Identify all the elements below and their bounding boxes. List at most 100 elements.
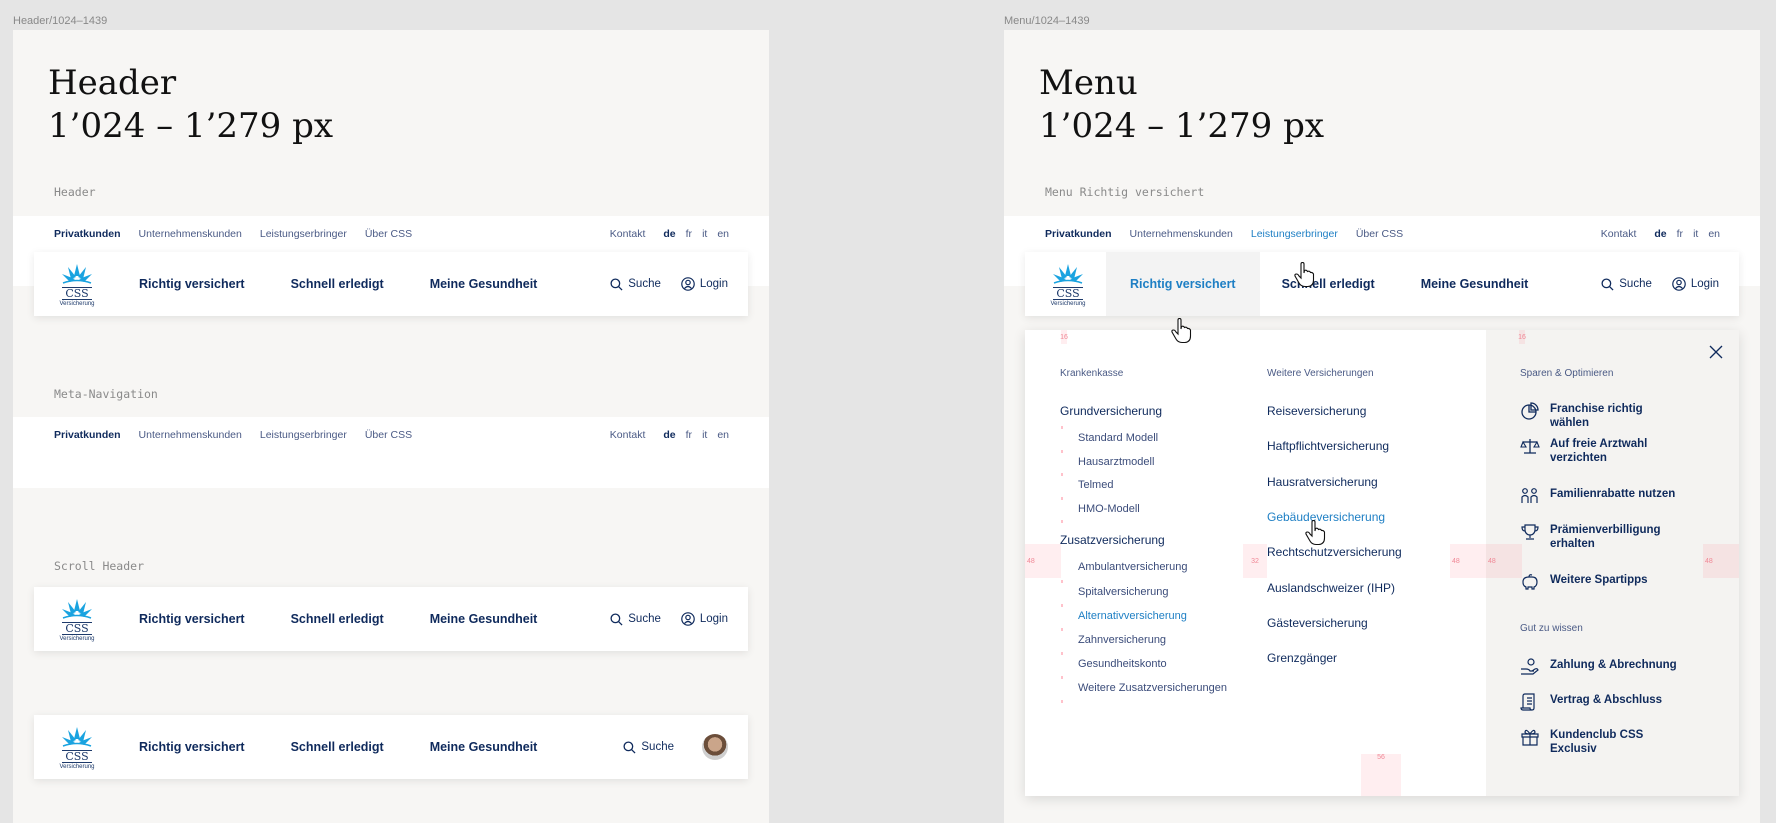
- tip-label: Auf freie Arztwahl verzichten: [1550, 438, 1648, 464]
- spacing-value: 16: [1518, 333, 1526, 341]
- lang-de[interactable]: de: [663, 429, 675, 441]
- tip-vertrag[interactable]: Vertrag & Abschluss: [1520, 693, 1680, 711]
- meta-item-unternehmenskunden[interactable]: Unternehmenskunden: [139, 429, 242, 441]
- flower-icon: [62, 598, 92, 619]
- menu-item[interactable]: Gästeversicherung: [1267, 616, 1368, 630]
- lang-fr[interactable]: fr: [686, 429, 692, 441]
- nav-meine-gesundheit[interactable]: Meine Gesundheit: [1421, 252, 1529, 316]
- tip-zahlung[interactable]: Zahlung & Abrechnung: [1520, 658, 1680, 676]
- meta-kontakt-link[interactable]: Kontakt: [610, 228, 646, 240]
- lang-de[interactable]: de: [1654, 228, 1666, 240]
- tip-familienrabatte[interactable]: Familienrabatte nutzen: [1520, 487, 1680, 505]
- scroll-header-bar: CSS Versicherung Richtig versichert Schn…: [34, 587, 748, 651]
- meta-item-privatkunden[interactable]: Privatkunden: [54, 228, 121, 240]
- lang-it[interactable]: it: [702, 429, 707, 441]
- search-icon: [610, 612, 623, 626]
- tip-praemienverbilligung[interactable]: Prämienverbilligung erhalten: [1520, 523, 1680, 551]
- menu-item[interactable]: Grenzgänger: [1267, 651, 1337, 665]
- user-icon: [681, 612, 695, 626]
- search-button[interactable]: Suche: [623, 740, 674, 754]
- tip-arztwahl[interactable]: Auf freie Arztwahl verzichten: [1520, 437, 1680, 465]
- menu-item[interactable]: Auslandschweizer (IHP): [1267, 581, 1395, 595]
- search-icon: [1601, 277, 1614, 291]
- lang-fr[interactable]: fr: [1677, 228, 1683, 240]
- nav-meine-gesundheit[interactable]: Meine Gesundheit: [430, 252, 538, 316]
- menu-subitem[interactable]: Zahnversicherung: [1078, 634, 1166, 646]
- lang-it[interactable]: it: [1693, 228, 1698, 240]
- nav-richtig-versichert[interactable]: Richtig versichert: [139, 252, 245, 316]
- lang-de[interactable]: de: [663, 228, 675, 240]
- menu-item[interactable]: Rechtschutzversicherung: [1267, 545, 1402, 559]
- menu-subitem[interactable]: Ambulantversicherung: [1078, 561, 1187, 573]
- meta-item-unternehmenskunden[interactable]: Unternehmenskunden: [139, 228, 242, 240]
- nav-meine-gesundheit[interactable]: Meine Gesundheit: [430, 587, 538, 651]
- nav-richtig-versichert[interactable]: Richtig versichert: [139, 715, 245, 779]
- menu-subitem[interactable]: HMO-Modell: [1078, 503, 1140, 515]
- menu-subitem[interactable]: Spitalversicherung: [1078, 586, 1169, 598]
- frame-title-line2: 1’024 – 1’279 px: [48, 106, 334, 146]
- family-icon: [1521, 488, 1538, 503]
- close-menu-button[interactable]: [1709, 345, 1723, 364]
- meta-kontakt-link[interactable]: Kontakt: [610, 429, 646, 441]
- frame-title: Header 1’024 – 1’279 px: [48, 62, 333, 148]
- css-logo[interactable]: CSS Versicherung: [1044, 262, 1092, 307]
- flower-icon: [62, 263, 92, 284]
- menu-heading-gut-zu-wissen: Gut zu wissen: [1520, 623, 1583, 634]
- meta-item-privatkunden[interactable]: Privatkunden: [54, 429, 121, 441]
- meta-kontakt-link[interactable]: Kontakt: [1601, 228, 1637, 240]
- menu-item[interactable]: Reiseversicherung: [1267, 404, 1366, 418]
- menu-subitem[interactable]: Alternativversicherung: [1078, 610, 1187, 622]
- meta-item-privatkunden[interactable]: Privatkunden: [1045, 228, 1112, 240]
- meta-item-leistungserbringer[interactable]: Leistungserbringer: [260, 228, 347, 240]
- tip-kundenclub[interactable]: Kundenclub CSS Exclusiv: [1520, 728, 1680, 756]
- nav-schnell-erledigt[interactable]: Schnell erledigt: [291, 587, 384, 651]
- search-button[interactable]: Suche: [1601, 277, 1652, 291]
- menu-subitem[interactable]: Gesundheitskonto: [1078, 658, 1167, 670]
- meta-item-ueber-css[interactable]: Über CSS: [1356, 228, 1403, 240]
- nav-richtig-versichert[interactable]: Richtig versichert: [1106, 252, 1260, 316]
- lang-it[interactable]: it: [702, 228, 707, 240]
- nav-schnell-erledigt[interactable]: Schnell erledigt: [291, 715, 384, 779]
- tip-label: Prämienverbilligung erhalten: [1550, 524, 1661, 550]
- css-logo[interactable]: CSS Versicherung: [53, 597, 101, 642]
- tip-label: Kundenclub CSS Exclusiv: [1550, 729, 1644, 755]
- search-button[interactable]: Suche: [610, 277, 661, 291]
- logo-text: CSS: [62, 286, 92, 300]
- menu-heading-weitere: Weitere Versicherungen: [1267, 368, 1374, 379]
- meta-item-ueber-css[interactable]: Über CSS: [365, 429, 412, 441]
- lang-en[interactable]: en: [717, 429, 729, 441]
- css-logo[interactable]: CSS Versicherung: [53, 725, 101, 770]
- nav-meine-gesundheit[interactable]: Meine Gesundheit: [430, 715, 538, 779]
- logo-subtext: Versicherung: [59, 300, 95, 307]
- frame-label-header: Header/1024–1439: [13, 15, 108, 27]
- menu-subitem[interactable]: Standard Modell: [1078, 432, 1158, 444]
- meta-item-leistungserbringer[interactable]: Leistungserbringer: [1251, 228, 1338, 240]
- spacing-marker: 48: [1486, 544, 1522, 578]
- menu-subitem[interactable]: Weitere Zusatzversicherungen: [1078, 682, 1227, 694]
- tip-franchise[interactable]: Franchise richtig wählen: [1520, 402, 1680, 430]
- menu-item[interactable]: Haftpflichtversicherung: [1267, 439, 1389, 453]
- search-button[interactable]: Suche: [610, 612, 661, 626]
- menu-item-grundversicherung[interactable]: Grundversicherung: [1060, 404, 1162, 418]
- login-button[interactable]: Login: [1672, 277, 1719, 291]
- nav-richtig-versichert[interactable]: Richtig versichert: [139, 587, 245, 651]
- login-button[interactable]: Login: [681, 277, 728, 291]
- spacing-value: 16: [1060, 333, 1068, 341]
- menu-item[interactable]: Hausratversicherung: [1267, 475, 1378, 489]
- spacing-value: 56: [1377, 754, 1385, 761]
- lang-en[interactable]: en: [717, 228, 729, 240]
- hand-cursor-icon: [1294, 262, 1315, 288]
- menu-subitem[interactable]: Hausarztmodell: [1078, 456, 1154, 468]
- menu-item-zusatzversicherung[interactable]: Zusatzversicherung: [1060, 533, 1165, 547]
- meta-item-leistungserbringer[interactable]: Leistungserbringer: [260, 429, 347, 441]
- css-logo[interactable]: CSS Versicherung: [53, 262, 101, 307]
- tip-weitere-spartipps[interactable]: Weitere Spartipps: [1520, 573, 1680, 591]
- login-button[interactable]: Login: [681, 612, 728, 626]
- meta-item-unternehmenskunden[interactable]: Unternehmenskunden: [1130, 228, 1233, 240]
- lang-en[interactable]: en: [1708, 228, 1720, 240]
- menu-subitem[interactable]: Telmed: [1078, 479, 1113, 491]
- lang-fr[interactable]: fr: [686, 228, 692, 240]
- avatar[interactable]: [702, 734, 728, 760]
- nav-schnell-erledigt[interactable]: Schnell erledigt: [291, 252, 384, 316]
- meta-item-ueber-css[interactable]: Über CSS: [365, 228, 412, 240]
